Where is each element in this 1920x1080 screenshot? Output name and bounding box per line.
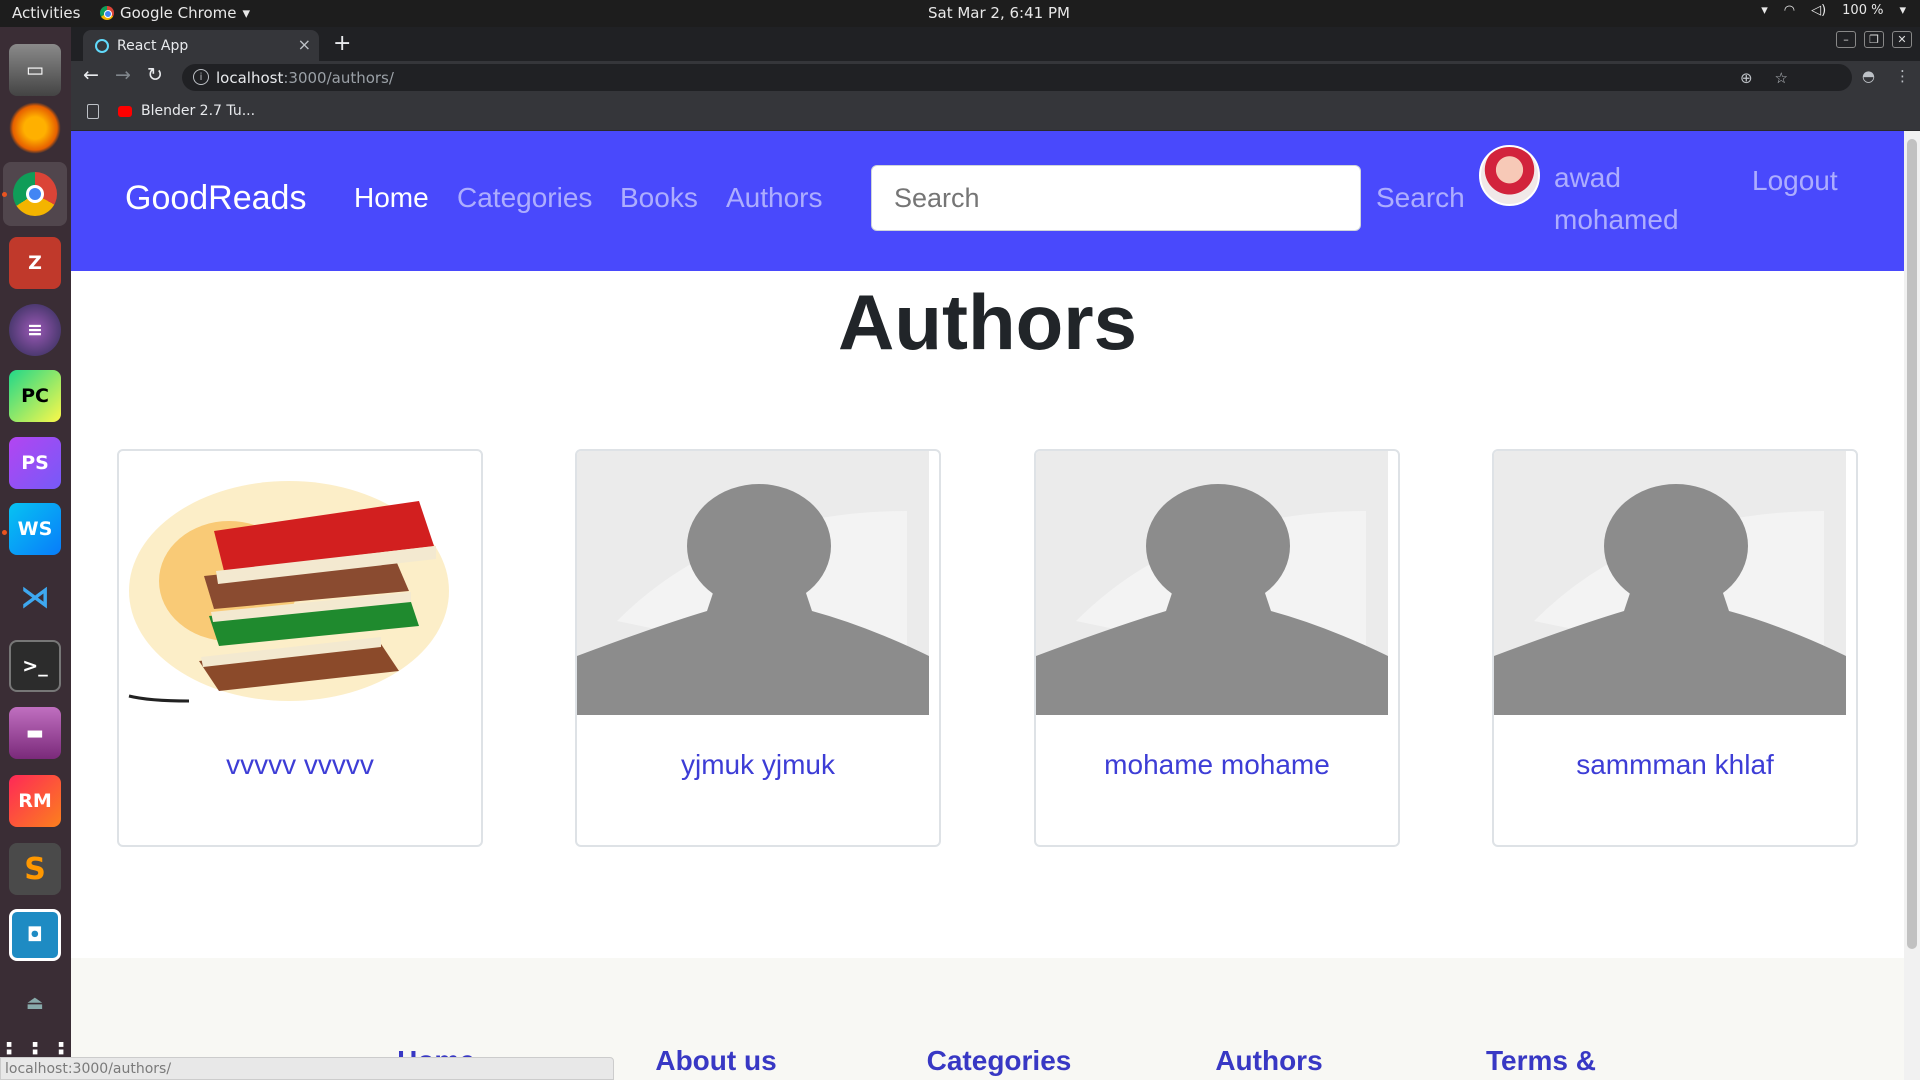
chrome-dock-icon[interactable] — [3, 162, 67, 226]
close-tab-icon[interactable]: × — [298, 35, 311, 54]
user-last-name: mohamed — [1554, 204, 1679, 235]
author-name[interactable]: mohame mohame — [1036, 749, 1398, 781]
chrome-icon — [100, 6, 114, 20]
search-button[interactable]: Search — [1376, 182, 1465, 214]
running-indicator — [2, 192, 7, 197]
filezilla-icon[interactable]: Z — [9, 237, 61, 289]
author-name[interactable]: sammman khlaf — [1494, 749, 1856, 781]
footer-about-us[interactable]: About us — [631, 1044, 801, 1077]
vscode-icon[interactable]: ⋊ — [9, 571, 61, 623]
restore-icon[interactable]: ❐ — [1864, 31, 1884, 48]
user-name[interactable]: awad mohamed — [1554, 157, 1704, 241]
back-icon[interactable]: ← — [83, 64, 99, 86]
window-controls: – ❐ ✕ — [1836, 31, 1912, 48]
person-placeholder-image — [1494, 451, 1846, 715]
clock[interactable]: Sat Mar 2, 6:41 PM — [928, 4, 1070, 22]
eclipse-icon[interactable]: ≡ — [9, 304, 61, 356]
footer-authors[interactable]: Authors — [1184, 1044, 1354, 1077]
footer-terms[interactable]: Terms & Conditions — [1446, 1044, 1636, 1080]
status-bar: localhost:3000/authors/ — [0, 1057, 614, 1080]
avatar[interactable] — [1479, 145, 1540, 206]
storage-icon[interactable]: ⏏ — [9, 977, 61, 1029]
site-navbar: GoodReads Home Categories Books Authors … — [71, 131, 1904, 271]
close-window-icon[interactable]: ✕ — [1892, 31, 1912, 48]
wifi-icon: ◠ — [1783, 3, 1796, 18]
volume-icon: ◁) — [1811, 3, 1827, 18]
system-tray[interactable]: ▾ ◠ ◁) 100 % ▾ — [1761, 3, 1906, 18]
address-bar[interactable]: i localhost:3000/authors/ ⊕ ☆ — [182, 64, 1852, 91]
activities-button[interactable]: Activities — [12, 4, 80, 22]
tab-strip: React App × + – ❐ ✕ — [71, 27, 1920, 61]
nav-books[interactable]: Books — [620, 182, 698, 214]
author-name[interactable]: yjmuk yjmuk — [577, 749, 939, 781]
dropdown-arrow-icon: ▾ — [242, 4, 251, 22]
browser-window: React App × + – ❐ ✕ ← → ↻ i localhost:30… — [71, 27, 1920, 1080]
author-card[interactable]: yjmuk yjmuk — [575, 449, 941, 847]
page-viewport: GoodReads Home Categories Books Authors … — [71, 131, 1904, 1080]
apps-page-icon[interactable] — [87, 104, 99, 119]
nav-home[interactable]: Home — [354, 182, 429, 214]
app-menu[interactable]: Google Chrome ▾ — [100, 4, 250, 22]
power-menu-icon: ▾ — [1899, 3, 1906, 18]
author-card[interactable]: vvvvv vvvvv — [117, 449, 483, 847]
react-icon — [95, 39, 109, 53]
new-tab-button[interactable]: + — [333, 31, 351, 56]
incognito-icon[interactable]: ◓ — [1862, 67, 1875, 85]
browser-toolbar: ← → ↻ i localhost:3000/authors/ ⊕ ☆ ◓ ⋮ — [71, 61, 1920, 94]
webstorm-icon[interactable]: WS — [9, 503, 61, 555]
chrome-menu-icon[interactable]: ⋮ — [1895, 67, 1910, 85]
person-placeholder-image — [577, 451, 929, 715]
brand-logo[interactable]: GoodReads — [125, 179, 306, 218]
app-menu-label: Google Chrome — [120, 4, 237, 22]
tab-react-app[interactable]: React App × — [83, 30, 319, 61]
person-placeholder-image — [1036, 451, 1388, 715]
bookmark-blender[interactable]: Blender 2.7 Tu... — [141, 103, 255, 119]
url-path: :3000/authors/ — [283, 68, 394, 87]
rubymine-icon[interactable]: RM — [9, 775, 61, 827]
pycharm-icon[interactable]: PC — [9, 370, 61, 422]
page-title: Authors — [838, 278, 1137, 366]
dropdown-arrow-icon[interactable]: ▾ — [1761, 3, 1768, 18]
battery-label: 100 % — [1842, 3, 1884, 18]
minimize-icon[interactable]: – — [1836, 31, 1856, 48]
bookmark-star-icon[interactable]: ☆ — [1775, 69, 1788, 87]
window-app-icon[interactable]: ▬ — [9, 707, 61, 759]
user-first-name: awad — [1554, 162, 1621, 193]
application-dock: ▭ Z ≡ PC PS WS ⋊ >_ ▬ RM S ◘ ⏏ ⋮⋮⋮ — [0, 27, 74, 1080]
reload-icon[interactable]: ↻ — [147, 64, 163, 86]
site-info-icon[interactable]: i — [193, 69, 209, 85]
running-indicator — [2, 530, 7, 535]
remote-app-icon[interactable]: ◘ — [9, 909, 61, 961]
footer-categories[interactable]: Categories — [899, 1044, 1099, 1077]
zoom-icon[interactable]: ⊕ — [1740, 69, 1753, 87]
books-stack-image — [128, 481, 449, 703]
page-scrollbar[interactable] — [1904, 131, 1920, 1080]
files-icon[interactable]: ▭ — [9, 44, 61, 96]
sublime-text-icon[interactable]: S — [9, 843, 61, 895]
author-card[interactable]: sammman khlaf — [1492, 449, 1858, 847]
nav-authors[interactable]: Authors — [726, 182, 823, 214]
scrollbar-thumb[interactable] — [1907, 139, 1917, 949]
forward-icon[interactable]: → — [115, 64, 131, 86]
tab-title: React App — [117, 37, 189, 54]
logout-link[interactable]: Logout — [1752, 165, 1838, 197]
url-host: localhost — [216, 68, 284, 87]
author-card[interactable]: mohame mohame — [1034, 449, 1400, 847]
terminal-icon[interactable]: >_ — [9, 640, 61, 692]
firefox-icon[interactable] — [9, 102, 61, 154]
phpstorm-icon[interactable]: PS — [9, 437, 61, 489]
author-name[interactable]: vvvvv vvvvv — [119, 749, 481, 781]
youtube-icon — [118, 106, 132, 117]
system-top-bar: Activities Google Chrome ▾ Sat Mar 2, 6:… — [0, 0, 1920, 27]
search-input[interactable] — [871, 165, 1361, 231]
bookmarks-bar: Blender 2.7 Tu... — [71, 94, 1920, 131]
nav-categories[interactable]: Categories — [457, 182, 592, 214]
